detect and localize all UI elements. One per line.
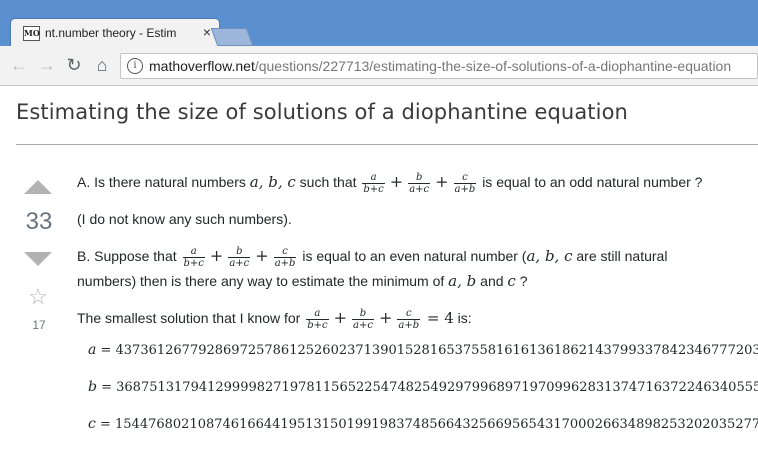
p1-vars: a, b, c <box>249 173 296 192</box>
question-paragraph-solution: The smallest solution that I know for ab… <box>77 308 472 331</box>
url-text: mathoverflow.net/questions/227713/estima… <box>149 58 731 74</box>
fraction-b: b a+c <box>408 172 431 195</box>
question-paragraph-b: B. Suppose that a b+c + b a+c + c a+b is equal … <box>77 246 668 269</box>
browser-tab[interactable]: MO nt.number theory - Estim × <box>10 18 220 46</box>
new-tab-button[interactable] <box>210 28 254 46</box>
fraction-b: b a+c <box>352 308 374 331</box>
mathoverflow-favicon-icon: MO <box>23 26 40 41</box>
fraction-a: a b+c <box>182 246 205 269</box>
fraction-c: c a+b <box>397 308 421 331</box>
back-arrow-icon[interactable]: ← <box>8 54 30 76</box>
tab-title: nt.number theory - Estim <box>45 26 177 40</box>
home-icon[interactable]: ⌂ <box>91 54 113 76</box>
address-bar[interactable]: i mathoverflow.net/questions/227713/esti… <box>120 53 758 79</box>
browser-title-bar: MO nt.number theory - Estim × <box>0 0 758 46</box>
p1-text-mid: such that <box>295 174 361 191</box>
fraction-a: a b+c <box>362 172 385 195</box>
vote-count: 33 <box>25 208 53 235</box>
question-title[interactable]: Estimating the size of solutions of a di… <box>16 100 628 124</box>
favorite-star-icon[interactable]: ☆ <box>26 285 50 309</box>
info-icon[interactable]: i <box>127 58 143 74</box>
question-paragraph-note: (I do not know any such numbers). <box>77 211 292 227</box>
solution-b: b = 368751317941299998271978115652254748… <box>88 379 758 395</box>
downvote-arrow-icon[interactable] <box>24 252 52 266</box>
question-paragraph-a: A. Is there natural numbers a, b, c such… <box>77 172 703 195</box>
reload-icon[interactable]: ↻ <box>63 54 85 76</box>
question-paragraph-b-line2: numbers) then is there any way to estima… <box>77 272 528 290</box>
url-path: /questions/227713/estimating-the-size-of… <box>254 58 732 74</box>
fraction-c: c a+b <box>453 172 477 195</box>
solution-c: c = 154476802108746166441951315019919837… <box>88 416 758 432</box>
fraction-c: c a+b <box>273 246 297 269</box>
forward-arrow-icon[interactable]: → <box>36 54 58 76</box>
solution-a: a = 437361267792869725786125260237139015… <box>88 342 758 358</box>
fraction-b: b a+c <box>228 246 251 269</box>
url-domain: mathoverflow.net <box>149 58 255 74</box>
browser-toolbar: ← → ↻ ⌂ i mathoverflow.net/questions/227… <box>0 46 758 86</box>
p1-text-pre: A. Is there natural numbers <box>77 174 250 191</box>
fraction-a: a b+c <box>306 308 329 331</box>
close-tab-icon[interactable]: × <box>203 24 211 40</box>
title-divider <box>16 144 758 145</box>
favorite-count: 17 <box>32 318 46 332</box>
upvote-arrow-icon[interactable] <box>24 180 52 194</box>
p1-text-post: is equal to an odd natural number ? <box>482 174 703 191</box>
